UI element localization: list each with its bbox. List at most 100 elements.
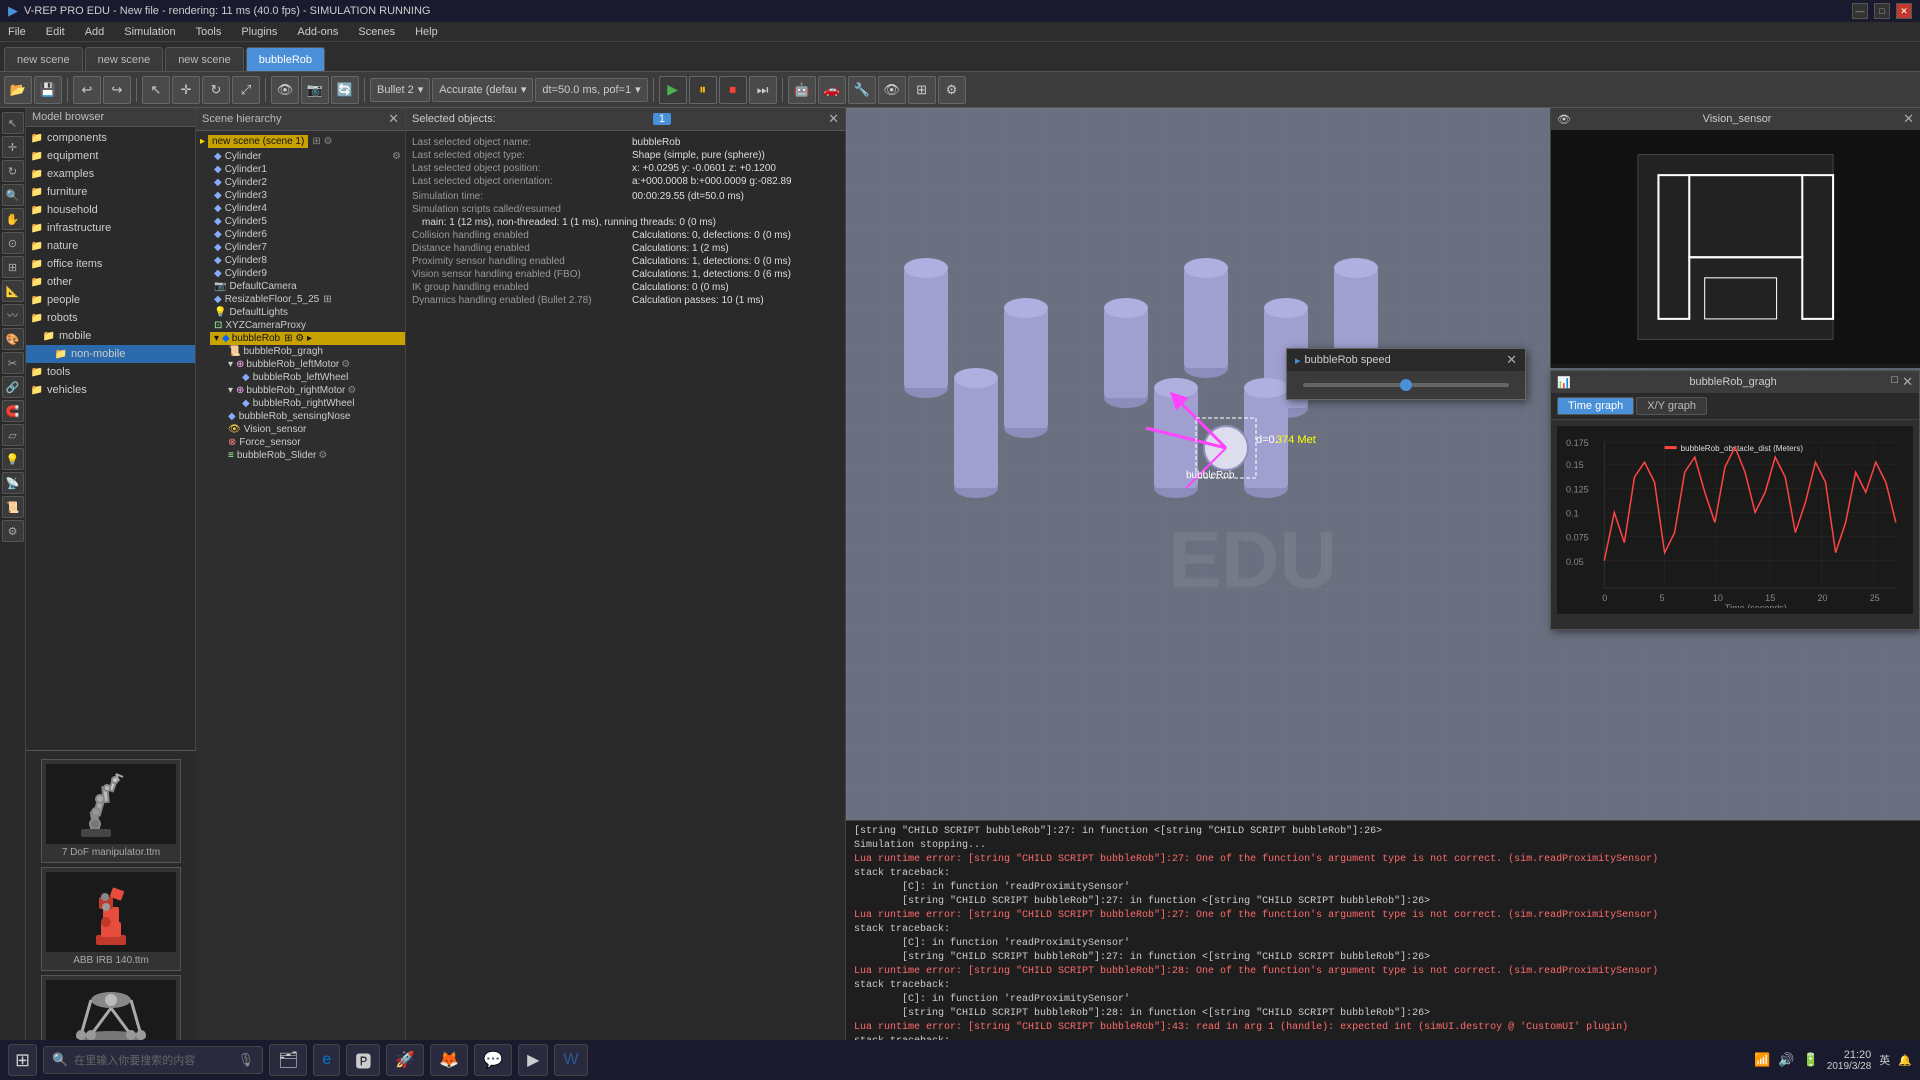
physics-engine-dropdown[interactable]: Bullet 2 ▾ bbox=[370, 78, 430, 102]
title-bar-controls[interactable]: — □ ✕ bbox=[1852, 3, 1912, 19]
open-button[interactable]: 📂 bbox=[4, 76, 32, 104]
hier-sensingnose[interactable]: ◆bubbleRob_sensingNose bbox=[224, 410, 405, 423]
rotate-tool[interactable]: ↻ bbox=[2, 160, 24, 182]
speed-dialog-close[interactable]: ✕ bbox=[1506, 352, 1517, 368]
tree-item-nature[interactable]: 📁 nature bbox=[26, 237, 195, 255]
tree-item-tools[interactable]: 📁 tools bbox=[26, 363, 195, 381]
taskbar-app2[interactable]: 🚀 bbox=[386, 1044, 424, 1076]
menu-plugins[interactable]: Plugins bbox=[237, 24, 281, 40]
redo-button[interactable]: ↪ bbox=[103, 76, 131, 104]
speed-slider-track[interactable] bbox=[1303, 383, 1509, 387]
vision-sensor-close[interactable]: ✕ bbox=[1903, 111, 1914, 127]
accuracy-dropdown[interactable]: Accurate (defau ▾ bbox=[432, 78, 533, 102]
hier-cylinder4[interactable]: ◆Cylinder4 bbox=[210, 202, 405, 215]
hier-cylinder7[interactable]: ◆Cylinder7 bbox=[210, 241, 405, 254]
tree-item-mobile[interactable]: 📁 mobile bbox=[26, 327, 195, 345]
orbit-tool[interactable]: ⊙ bbox=[2, 232, 24, 254]
rotate-button[interactable]: ↻ bbox=[202, 76, 230, 104]
tree-item-people[interactable]: 📁 people bbox=[26, 291, 195, 309]
hier-bubblerob[interactable]: ▾ ◆bubbleRob ⊞ ⚙ ▸ bbox=[210, 332, 405, 345]
tree-item-officeitems[interactable]: 📁 office items bbox=[26, 255, 195, 273]
tree-item-components[interactable]: 📁 components bbox=[26, 129, 195, 147]
tree-item-household[interactable]: 📁 household bbox=[26, 201, 195, 219]
car-icon-btn[interactable]: 🚗 bbox=[818, 76, 846, 104]
tree-item-examples[interactable]: 📁 examples bbox=[26, 165, 195, 183]
tab-1[interactable]: new scene bbox=[4, 47, 83, 71]
stop-button[interactable]: ⏹ bbox=[719, 76, 747, 104]
hier-floor[interactable]: ◆ResizableFloor_5_25⊞ bbox=[210, 293, 405, 306]
tool1-btn[interactable]: 🔧 bbox=[848, 76, 876, 104]
shape-tool[interactable]: ▱ bbox=[2, 424, 24, 446]
menu-tools[interactable]: Tools bbox=[192, 24, 226, 40]
minimize-button[interactable]: — bbox=[1852, 3, 1868, 19]
taskbar-app3[interactable]: 💬 bbox=[474, 1044, 512, 1076]
props-close[interactable]: ✕ bbox=[828, 111, 839, 127]
menu-simulation[interactable]: Simulation bbox=[120, 24, 179, 40]
tree-item-nonmobile[interactable]: 📁 non-mobile bbox=[26, 345, 195, 363]
scene-panel-close[interactable]: ✕ bbox=[388, 111, 399, 127]
taskbar-search[interactable]: 🔍 在里输入你要搜索的内容 🎙 bbox=[43, 1046, 263, 1074]
script-tool[interactable]: 📜 bbox=[2, 496, 24, 518]
pause-button[interactable]: ⏸ bbox=[689, 76, 717, 104]
start-button[interactable]: ⊞ bbox=[8, 1044, 37, 1076]
grid-btn[interactable]: ⊞ bbox=[908, 76, 936, 104]
hier-cylinder1[interactable]: ◆Cylinder1 bbox=[210, 163, 405, 176]
taskbar-word[interactable]: W bbox=[554, 1044, 587, 1076]
tree-item-furniture[interactable]: 📁 furniture bbox=[26, 183, 195, 201]
robot-icon-btn[interactable]: 🤖 bbox=[788, 76, 816, 104]
hier-xyzproxy[interactable]: ⊡XYZCameraProxy bbox=[210, 319, 405, 332]
maximize-button[interactable]: □ bbox=[1874, 3, 1890, 19]
thumb-7dof[interactable]: 7 DoF manipulator.ttm bbox=[41, 759, 181, 863]
eye-btn[interactable]: 👁 bbox=[878, 76, 906, 104]
close-button[interactable]: ✕ bbox=[1896, 3, 1912, 19]
taskbar-firefox[interactable]: 🦊 bbox=[430, 1044, 468, 1076]
tree-item-vehicles[interactable]: 📁 vehicles bbox=[26, 381, 195, 399]
tree-item-robots[interactable]: 📁 robots bbox=[26, 309, 195, 327]
hier-cylinder2[interactable]: ◆Cylinder2 bbox=[210, 176, 405, 189]
hier-leftwheel[interactable]: ◆bubbleRob_leftWheel bbox=[238, 371, 405, 384]
menu-edit[interactable]: Edit bbox=[42, 24, 69, 40]
hier-defaultlights[interactable]: 💡DefaultLights bbox=[210, 306, 405, 319]
pointer-tool[interactable]: ↖ bbox=[2, 112, 24, 134]
hier-cylinder9[interactable]: ◆Cylinder9 bbox=[210, 267, 405, 280]
hier-cylinder6[interactable]: ◆Cylinder6 bbox=[210, 228, 405, 241]
tree-item-infrastructure[interactable]: 📁 infrastructure bbox=[26, 219, 195, 237]
menu-file[interactable]: File bbox=[4, 24, 30, 40]
menu-addons[interactable]: Add-ons bbox=[293, 24, 342, 40]
joint-tool[interactable]: ⚙ bbox=[2, 520, 24, 542]
tab-xy-graph[interactable]: X/Y graph bbox=[1636, 397, 1707, 415]
hier-cylinder3[interactable]: ◆Cylinder3 bbox=[210, 189, 405, 202]
taskbar-ie[interactable]: e bbox=[313, 1044, 340, 1076]
move-tool[interactable]: ✛ bbox=[2, 136, 24, 158]
hier-leftmotor[interactable]: ▾ ⊕bubbleRob_leftMotor⚙ bbox=[224, 358, 405, 371]
taskbar-app1[interactable]: 🅿 bbox=[346, 1044, 380, 1076]
tab-bubblerob[interactable]: bubbleRob bbox=[246, 47, 325, 71]
cut-tool[interactable]: ✂ bbox=[2, 352, 24, 374]
tab-2[interactable]: new scene bbox=[85, 47, 164, 71]
sensor-tool[interactable]: 📡 bbox=[2, 472, 24, 494]
tab-time-graph[interactable]: Time graph bbox=[1557, 397, 1634, 415]
thumb-abb140[interactable]: ABB IRB 140.ttm bbox=[41, 867, 181, 971]
save-button[interactable]: 💾 bbox=[34, 76, 62, 104]
graph-minimize[interactable]: □ bbox=[1891, 374, 1898, 390]
hier-forcesensor[interactable]: ⊗Force_sensor bbox=[224, 436, 405, 449]
viewport-3d[interactable]: d=0. 374 Met bubbleRob EDU 👁 Vision_sens… bbox=[846, 108, 1920, 820]
hier-cylinder[interactable]: ◆Cylinder⚙ bbox=[210, 150, 405, 163]
paint-tool[interactable]: 🎨 bbox=[2, 328, 24, 350]
hier-rightwheel[interactable]: ◆bubbleRob_rightWheel bbox=[238, 397, 405, 410]
tree-item-other[interactable]: 📁 other bbox=[26, 273, 195, 291]
timestep-dropdown[interactable]: dt=50.0 ms, pof=1 ▾ bbox=[535, 78, 647, 102]
taskbar-vrep[interactable]: ▶ bbox=[518, 1044, 548, 1076]
path-tool[interactable]: 〰 bbox=[2, 304, 24, 326]
camera-button[interactable]: 📷 bbox=[301, 76, 329, 104]
magnet-tool[interactable]: 🧲 bbox=[2, 400, 24, 422]
hier-slider[interactable]: ≡bubbleRob_Slider⚙ bbox=[224, 449, 405, 462]
tab-3[interactable]: new scene bbox=[165, 47, 244, 71]
hier-cylinder8[interactable]: ◆Cylinder8 bbox=[210, 254, 405, 267]
hier-cylinder5[interactable]: ◆Cylinder5 bbox=[210, 215, 405, 228]
scene-name[interactable]: new scene (scene 1) bbox=[208, 135, 308, 148]
select-button[interactable]: ↖ bbox=[142, 76, 170, 104]
snap-tool[interactable]: ⊞ bbox=[2, 256, 24, 278]
link-tool[interactable]: 🔗 bbox=[2, 376, 24, 398]
settings-btn[interactable]: ⚙ bbox=[938, 76, 966, 104]
